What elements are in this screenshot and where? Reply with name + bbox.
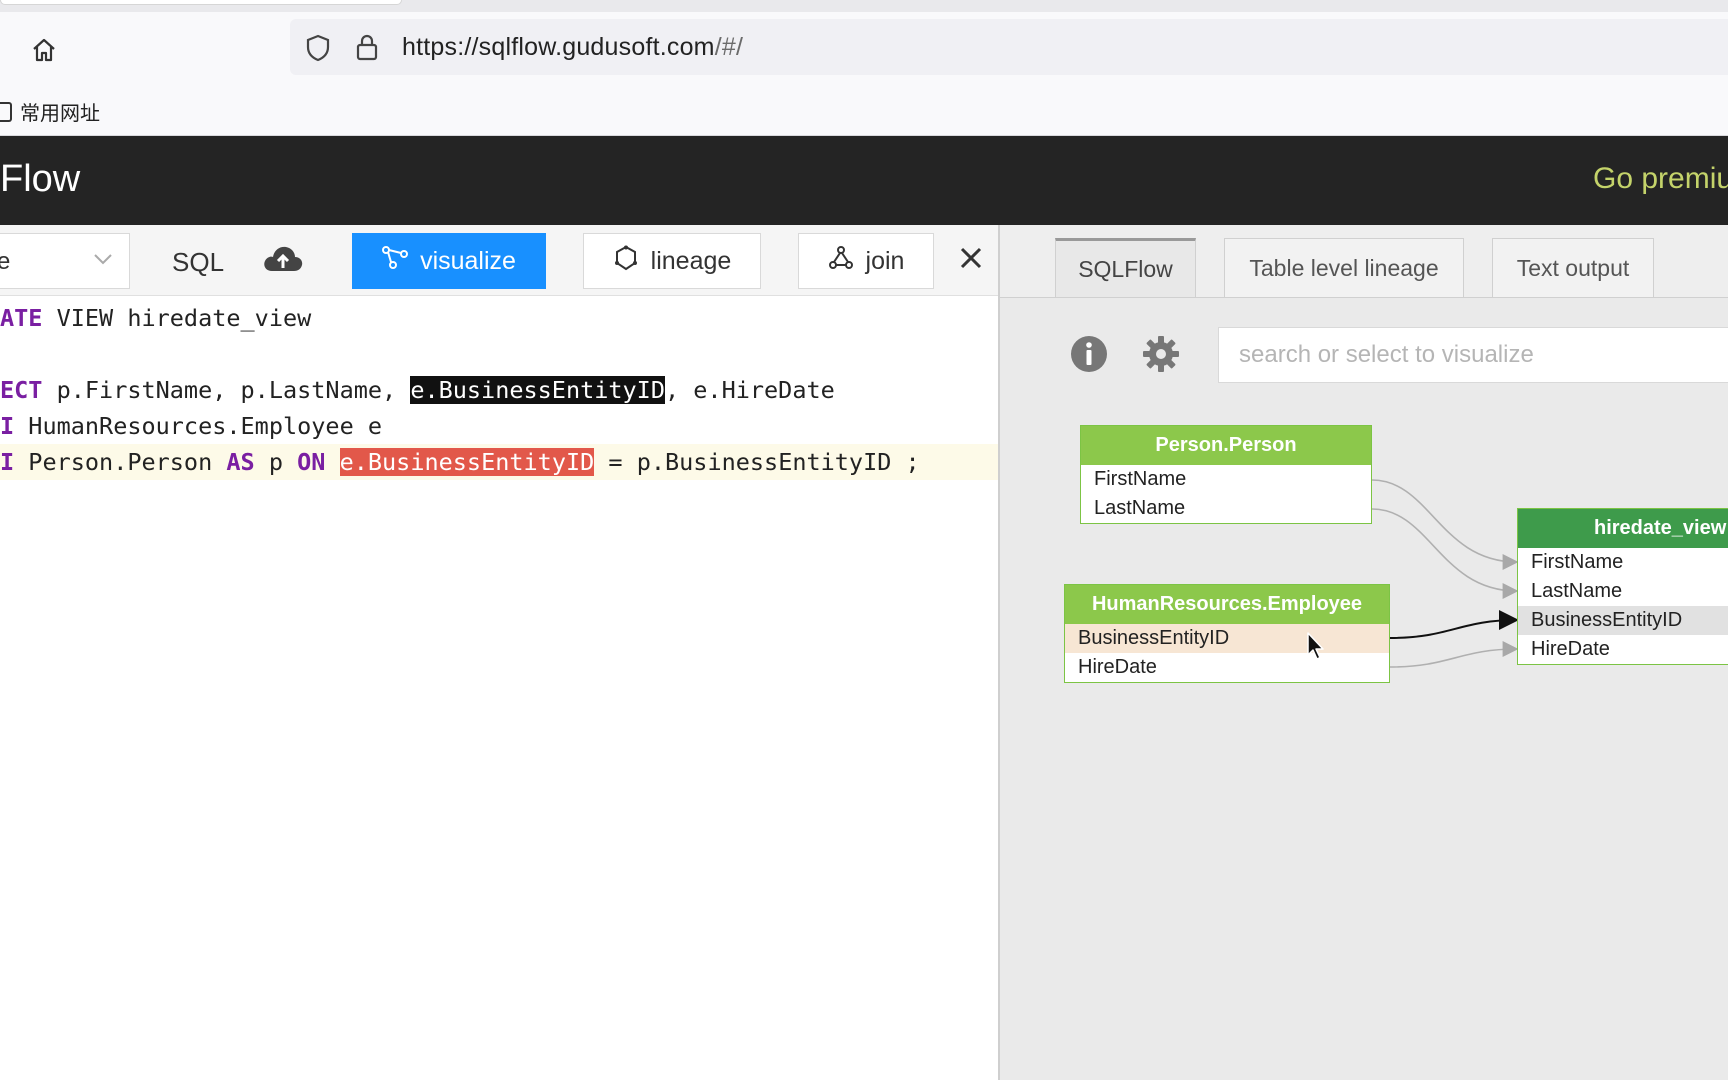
browser-active-tab[interactable] <box>0 0 402 5</box>
close-icon[interactable] <box>958 245 984 276</box>
table-header: HumanResources.Employee <box>1065 585 1389 624</box>
visualization-panel: SQLFlow Table level lineage Text output … <box>1000 225 1728 1080</box>
browser-toolbar: https://sqlflow.gudusoft.com/#/ <box>0 12 1728 85</box>
code-text: Person.Person <box>14 448 227 476</box>
url-host: https://sqlflow.gudusoft.com <box>402 33 715 61</box>
bookmark-folder[interactable]: 常用网址 <box>0 97 100 126</box>
folder-icon <box>0 101 12 122</box>
code-selection: e.BusinessEntityID <box>410 376 665 404</box>
column-row-highlighted[interactable]: BusinessEntityID <box>1518 606 1728 635</box>
database-select[interactable]: e <box>0 233 130 289</box>
code-text: HumanResources.Employee e <box>14 412 383 440</box>
edge-hiredate <box>1389 641 1519 668</box>
cloud-upload-icon[interactable] <box>262 243 304 280</box>
code-keyword: I <box>0 412 15 440</box>
column-row[interactable]: LastName <box>1518 577 1728 606</box>
table-person-person[interactable]: Person.Person FirstName LastName <box>1080 425 1372 524</box>
table-header: Person.Person <box>1081 426 1371 465</box>
lineage-graph: Person.Person FirstName LastName HumanRe… <box>1000 225 1728 1080</box>
lock-icon[interactable] <box>354 32 380 67</box>
code-text: p <box>254 448 298 476</box>
edge-lastname <box>1371 508 1519 599</box>
shield-icon[interactable] <box>304 33 332 68</box>
visualize-icon <box>382 245 409 277</box>
database-select-value: e <box>0 248 11 275</box>
go-premium-link[interactable]: Go premiu <box>1593 162 1728 196</box>
visualize-label: visualize <box>420 246 516 275</box>
lineage-icon <box>613 245 639 278</box>
edge-businessentityid <box>1389 610 1519 639</box>
code-keyword: ON <box>297 448 326 476</box>
join-button[interactable]: join <box>798 233 934 289</box>
visualize-button[interactable]: visualize <box>352 233 546 289</box>
table-header: hiredate_view <box>1518 509 1728 548</box>
code-text: p.FirstName, p.LastName, <box>42 376 411 404</box>
app-header: Flow Go premiu <box>0 136 1728 225</box>
chevron-down-icon <box>93 252 113 271</box>
join-icon <box>828 245 854 278</box>
mouse-pointer-icon <box>1307 632 1327 667</box>
lineage-button[interactable]: lineage <box>583 233 761 289</box>
table-hiredate-view[interactable]: hiredate_view FirstName LastName Busines… <box>1517 508 1728 665</box>
sql-label: SQL <box>172 247 225 277</box>
home-icon[interactable] <box>26 32 62 68</box>
column-row[interactable]: LastName <box>1081 494 1371 523</box>
url-path: /#/ <box>714 33 744 61</box>
column-row-highlighted[interactable]: BusinessEntityID <box>1065 624 1389 653</box>
code-keyword: I <box>0 448 15 476</box>
code-line-3: ECT p.FirstName, p.LastName, e.BusinessE… <box>0 372 998 408</box>
code-keyword: ATE <box>0 304 43 332</box>
lineage-label: lineage <box>650 246 732 275</box>
bookmarks-bar: 常用网址 <box>0 85 1728 136</box>
url-text[interactable]: https://sqlflow.gudusoft.com/#/ <box>402 33 743 62</box>
column-row[interactable]: HireDate <box>1065 653 1389 682</box>
code-keyword: AS <box>226 448 255 476</box>
bookmark-label: 常用网址 <box>20 103 100 125</box>
code-line-5-current: I Person.Person AS p ON e.BusinessEntity… <box>0 444 998 480</box>
code-line-4: I HumanResources.Employee e <box>0 408 998 444</box>
join-label: join <box>865 246 905 275</box>
table-humanresources-employee[interactable]: HumanResources.Employee BusinessEntityID… <box>1064 584 1390 683</box>
editor-toolbar: e SQL visualize lineage join <box>0 225 998 296</box>
code-keyword: ECT <box>0 376 43 404</box>
column-row[interactable]: HireDate <box>1518 635 1728 664</box>
code-line-1: ATE VIEW hiredate_view <box>0 300 998 336</box>
column-row[interactable]: FirstName <box>1518 548 1728 577</box>
url-bar[interactable]: https://sqlflow.gudusoft.com/#/ <box>290 19 1728 75</box>
editor-panel: e SQL visualize lineage join ATE VIEW hi… <box>0 225 998 1080</box>
code-text: VIEW hiredate_view <box>42 304 312 332</box>
code-highlight: e.BusinessEntityID <box>339 448 595 476</box>
code-text: = p.BusinessEntityID ; <box>594 448 920 476</box>
column-row[interactable]: FirstName <box>1081 465 1371 494</box>
browser-tab-strip <box>0 0 1728 12</box>
code-text: , e.HireDate <box>664 376 835 404</box>
edge-firstname <box>1371 479 1519 570</box>
app-title: Flow <box>0 158 81 200</box>
